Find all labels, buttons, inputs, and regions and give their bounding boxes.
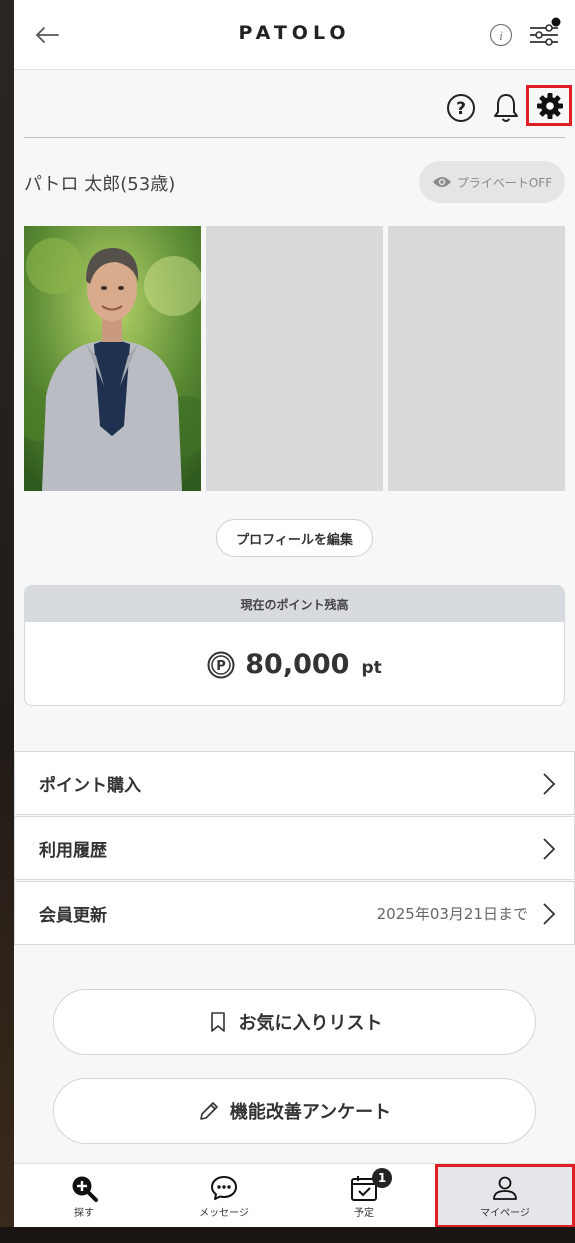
photo-slot-empty[interactable] bbox=[388, 226, 565, 491]
edit-profile-button[interactable]: プロフィールを編集 bbox=[216, 519, 373, 557]
profile-photo[interactable] bbox=[24, 226, 201, 491]
points-unit: pt bbox=[361, 657, 382, 678]
svg-text:P: P bbox=[216, 659, 226, 674]
survey-label: 機能改善アンケート bbox=[229, 1102, 392, 1123]
bookmark-icon bbox=[210, 1012, 225, 1032]
chevron-right-icon bbox=[543, 773, 556, 795]
point-coin-icon: P bbox=[207, 651, 235, 678]
menu-item-usage-history[interactable]: 利用履歴 bbox=[14, 816, 575, 880]
menu-item-label: 会員更新 bbox=[39, 905, 107, 926]
profile-toolbar: ? bbox=[14, 85, 575, 128]
profile-photo-image bbox=[24, 226, 201, 491]
nav-search[interactable]: 探す bbox=[14, 1164, 154, 1227]
app-screen: PATOLO i ? パトロ 太郎(53歳) プライベートOFF プロフィールを… bbox=[14, 0, 575, 1227]
survey-button[interactable]: 機能改善アンケート bbox=[53, 1078, 536, 1144]
pencil-icon bbox=[200, 1102, 218, 1120]
chevron-right-icon bbox=[543, 903, 556, 925]
favorites-list-button[interactable]: お気に入りリスト bbox=[53, 989, 536, 1055]
membership-expiry: 2025年03月21日まで bbox=[376, 904, 528, 923]
nav-label: 予定 bbox=[354, 1208, 374, 1219]
private-mode-label: プライベートOFF bbox=[456, 175, 553, 190]
points-balance-card: 現在のポイント残高 P 80,000 pt bbox=[24, 585, 565, 706]
points-value: 80,000 bbox=[245, 649, 350, 680]
photo-slot-empty[interactable] bbox=[206, 226, 383, 491]
menu-item-label: ポイント購入 bbox=[39, 775, 141, 796]
nav-label: 探す bbox=[74, 1208, 94, 1219]
eye-icon bbox=[432, 177, 451, 187]
settings-button[interactable] bbox=[526, 85, 572, 126]
nav-mypage[interactable]: マイページ bbox=[435, 1164, 575, 1227]
bell-icon[interactable] bbox=[492, 92, 520, 124]
svg-text:?: ? bbox=[456, 99, 466, 119]
notification-badge: 1 bbox=[372, 1168, 392, 1188]
private-mode-toggle[interactable]: プライベートOFF bbox=[419, 161, 565, 203]
svg-text:i: i bbox=[499, 28, 503, 43]
points-title: 現在のポイント残高 bbox=[25, 586, 564, 622]
profile-name: パトロ 太郎(53歳) bbox=[24, 174, 176, 195]
menu-item-point-purchase[interactable]: ポイント購入 bbox=[14, 751, 575, 815]
favorites-list-label: お気に入りリスト bbox=[238, 1013, 383, 1034]
bottom-navigation: 探す メッセージ 1 予定 マイページ bbox=[14, 1163, 575, 1227]
chat-icon bbox=[211, 1176, 237, 1200]
account-menu: ポイント購入 利用履歴 会員更新 2025年03月21日まで bbox=[14, 751, 575, 946]
nav-messages[interactable]: メッセージ bbox=[154, 1164, 294, 1227]
nav-label: マイページ bbox=[480, 1208, 530, 1219]
background-left-edge bbox=[0, 0, 14, 1243]
search-plus-icon bbox=[72, 1176, 98, 1202]
background-bottom-edge bbox=[0, 1227, 575, 1243]
menu-item-label: 利用履歴 bbox=[39, 840, 107, 861]
chevron-right-icon bbox=[543, 838, 556, 860]
question-circle-icon[interactable]: ? bbox=[446, 93, 476, 123]
gear-icon bbox=[537, 93, 563, 119]
divider bbox=[24, 137, 565, 138]
info-icon[interactable]: i bbox=[489, 23, 513, 47]
sliders-icon[interactable] bbox=[527, 17, 561, 51]
points-body: P 80,000 pt bbox=[25, 622, 564, 705]
user-icon bbox=[493, 1176, 517, 1200]
nav-label: メッセージ bbox=[199, 1208, 249, 1219]
top-app-bar: PATOLO i bbox=[14, 0, 575, 70]
nav-schedule[interactable]: 1 予定 bbox=[294, 1164, 434, 1227]
menu-item-membership-renewal[interactable]: 会員更新 2025年03月21日まで bbox=[14, 881, 575, 945]
